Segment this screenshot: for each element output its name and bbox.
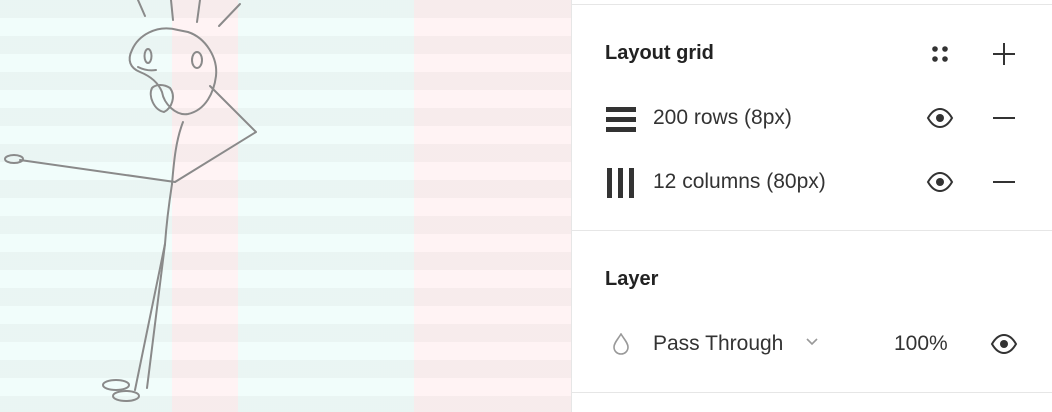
- layout-grid-item-rows[interactable]: 200 rows (8px): [572, 98, 1052, 138]
- blend-mode-value: Pass Through: [653, 332, 784, 355]
- chevron-down-icon: [806, 338, 818, 346]
- drop-icon: [613, 333, 629, 355]
- properties-panel: Layout grid 200 rows (8px) 12 columns (8…: [571, 0, 1052, 412]
- stick-figure-sketch: [4, 0, 257, 402]
- layout-grid-label[interactable]: 200 rows (8px): [653, 106, 792, 130]
- blend-mode-dropdown[interactable]: Pass Through: [653, 324, 828, 364]
- add-layout-grid-button[interactable]: [984, 34, 1024, 74]
- layout-grid-item-columns[interactable]: 12 columns (80px): [572, 162, 1052, 202]
- columns-grid-icon[interactable]: [606, 168, 636, 198]
- divider: [572, 392, 1052, 393]
- minus-icon: [993, 117, 1015, 119]
- grid-styles-button[interactable]: [920, 34, 960, 74]
- grid-styles-icon: [932, 46, 948, 62]
- plus-icon: [993, 43, 1015, 65]
- toggle-layer-visibility-button[interactable]: [984, 324, 1024, 364]
- layer-blend-row: Pass Through 100%: [572, 324, 1052, 364]
- toggle-visibility-button[interactable]: [920, 162, 960, 202]
- layout-grid-title: Layout grid: [605, 42, 714, 64]
- layer-title: Layer: [605, 268, 659, 290]
- divider: [572, 4, 1052, 5]
- design-canvas[interactable]: [0, 0, 571, 412]
- eye-icon: [990, 334, 1018, 354]
- eye-icon: [926, 108, 954, 128]
- toggle-visibility-button[interactable]: [920, 98, 960, 138]
- divider: [572, 230, 1052, 231]
- eye-icon: [926, 172, 954, 192]
- layout-grid-label[interactable]: 12 columns (80px): [653, 170, 826, 194]
- minus-icon: [993, 181, 1015, 183]
- remove-grid-button[interactable]: [984, 162, 1024, 202]
- remove-grid-button[interactable]: [984, 98, 1024, 138]
- rows-grid-icon[interactable]: [606, 104, 636, 134]
- layer-opacity-input[interactable]: 100%: [894, 332, 948, 356]
